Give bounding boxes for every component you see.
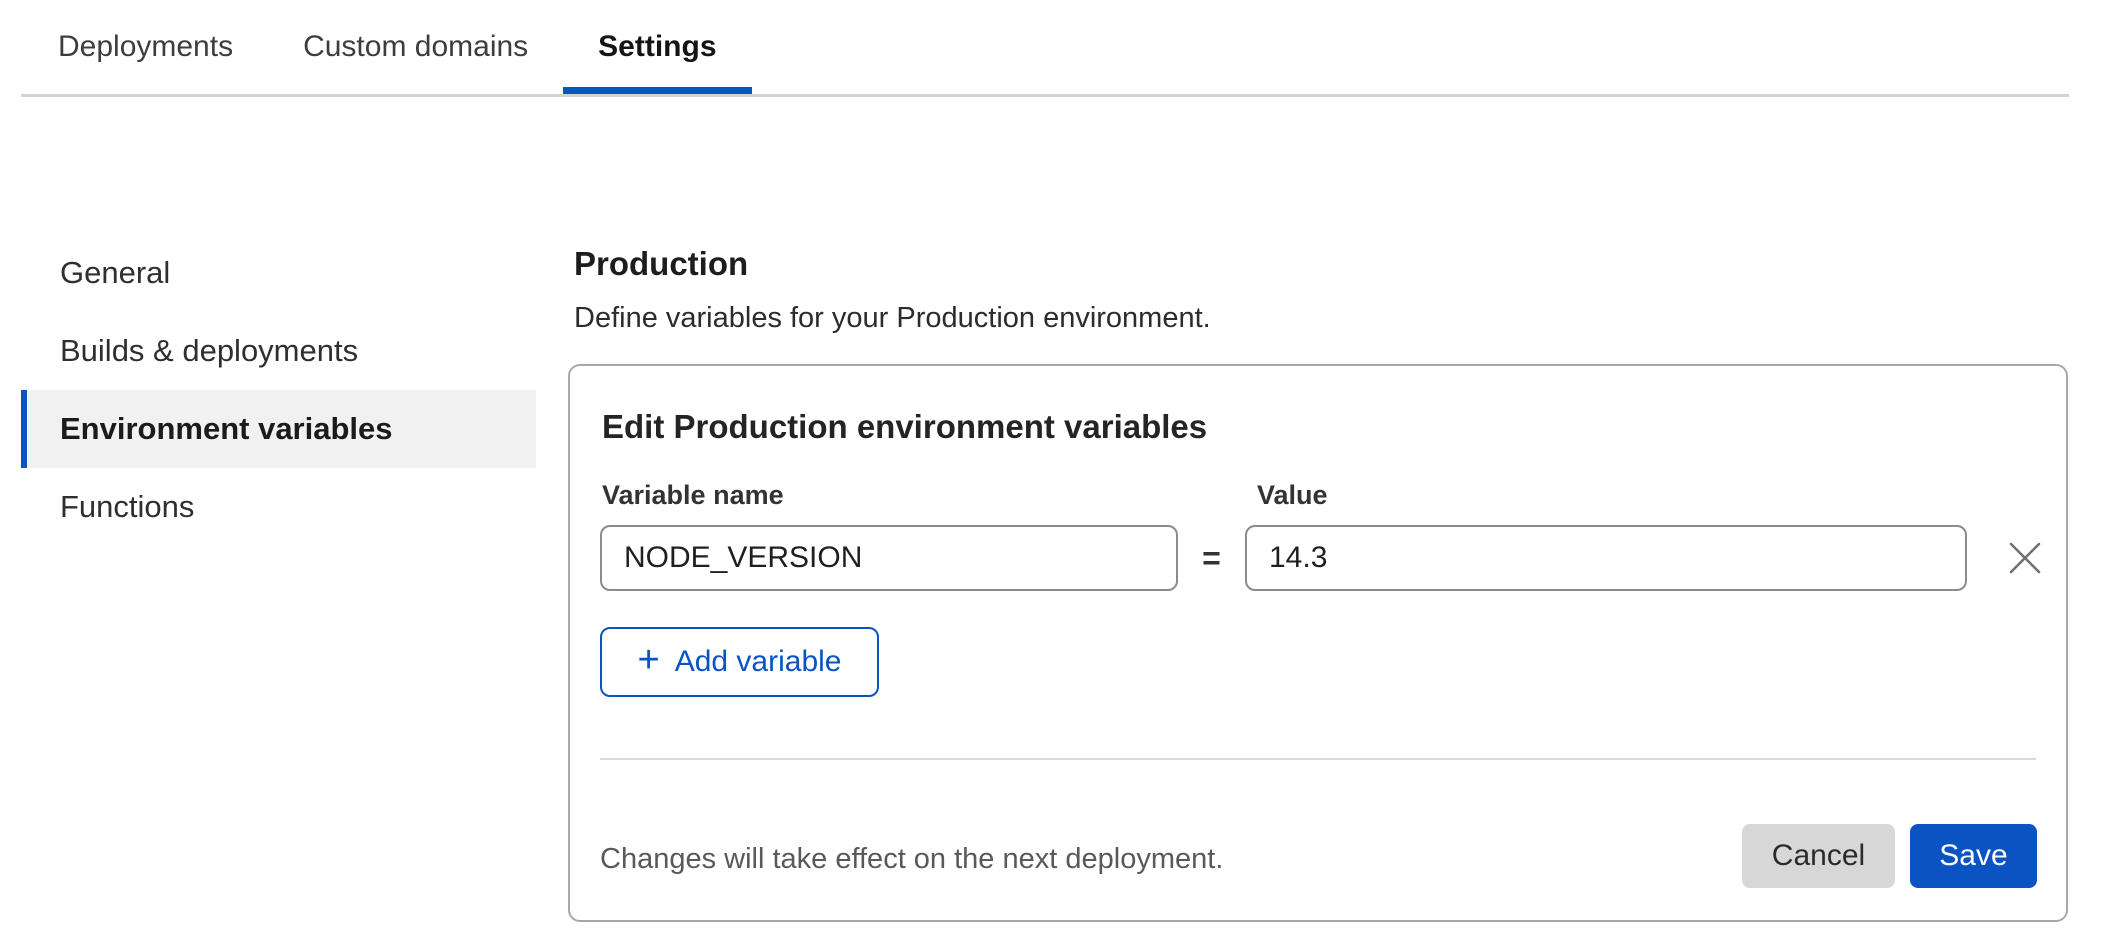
save-button[interactable]: Save [1910, 824, 2037, 888]
sidebar-item-general[interactable]: General [21, 234, 536, 312]
sidebar-item-functions[interactable]: Functions [21, 468, 536, 546]
variable-value-input[interactable] [1245, 525, 1967, 591]
card-footer-divider [600, 758, 2036, 760]
sidebar-item-environment-variables[interactable]: Environment variables [21, 390, 536, 468]
tab-deployments[interactable]: Deployments [23, 0, 268, 94]
project-tab-bar: Deployments Custom domains Settings [21, 0, 2069, 97]
page-subtitle: Define variables for your Production env… [574, 298, 1211, 338]
tab-settings[interactable]: Settings [563, 0, 751, 94]
card-heading: Edit Production environment variables [602, 406, 1207, 448]
sidebar-item-builds-deployments[interactable]: Builds & deployments [21, 312, 536, 390]
add-variable-button[interactable]: + Add variable [600, 627, 879, 697]
add-variable-label: Add variable [675, 645, 842, 679]
cancel-button[interactable]: Cancel [1742, 824, 1895, 888]
plus-icon: + [638, 641, 660, 679]
footer-note: Changes will take effect on the next dep… [600, 839, 1223, 879]
remove-variable-button[interactable] [2003, 536, 2047, 580]
tab-custom-domains[interactable]: Custom domains [268, 0, 563, 94]
settings-sidebar: General Builds & deployments Environment… [21, 234, 536, 546]
page-title: Production [574, 242, 748, 286]
close-icon [2005, 538, 2045, 578]
value-label: Value [1257, 480, 1328, 510]
variable-name-label: Variable name [602, 480, 784, 510]
equals-sign: = [1178, 525, 1245, 591]
variable-name-input[interactable] [600, 525, 1178, 591]
environment-variables-card: Edit Production environment variables Va… [568, 364, 2068, 922]
